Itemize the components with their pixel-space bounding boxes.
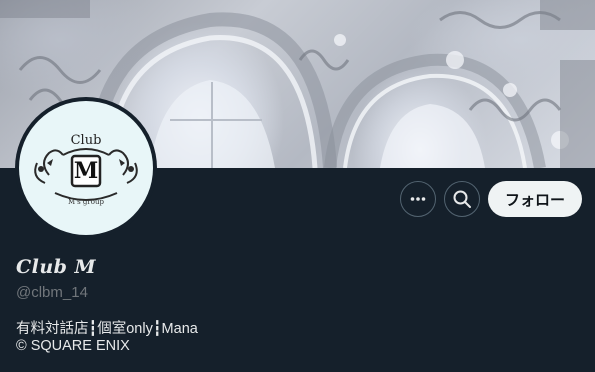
more-options-button[interactable] bbox=[400, 181, 436, 217]
bio-line-1: 有料対話店┇個室only┇Mana bbox=[16, 321, 198, 337]
logo-group-text: M's group bbox=[68, 198, 104, 206]
search-icon bbox=[453, 190, 471, 208]
user-handle: @clbm_14 bbox=[16, 284, 88, 301]
avatar[interactable]: Club M M's group bbox=[19, 101, 153, 235]
more-horizontal-icon bbox=[410, 197, 426, 201]
follow-button[interactable]: フォロー bbox=[488, 181, 582, 217]
logo-club-text: Club bbox=[70, 133, 102, 148]
logo-letter: M bbox=[73, 158, 99, 184]
bio-line-2: © SQUARE ENIX bbox=[16, 338, 130, 354]
search-button[interactable] bbox=[444, 181, 480, 217]
avatar-frame[interactable]: Club M M's group bbox=[15, 97, 157, 239]
display-name: Club M bbox=[16, 256, 97, 278]
